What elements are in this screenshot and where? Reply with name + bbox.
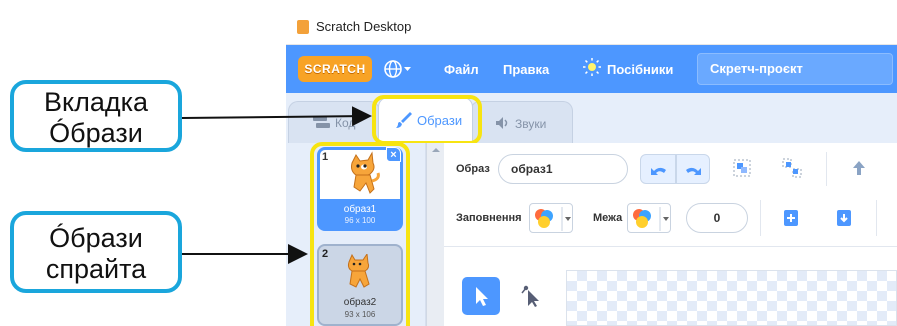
toolbar-divider (760, 200, 761, 236)
scratch-logo[interactable]: SCRATCH (298, 56, 372, 82)
language-globe-icon[interactable] (382, 57, 412, 81)
code-blocks-icon (313, 116, 331, 128)
redo-icon (686, 167, 701, 175)
callout-sprites-line1: Óбрази (49, 223, 143, 253)
tutorials-bulb-icon[interactable] (580, 56, 604, 80)
arrow-cursor-icon (476, 287, 488, 306)
undo-icon (651, 167, 666, 175)
costume-name-input[interactable]: образ1 (498, 154, 628, 184)
costume-name-label: Образ (456, 163, 490, 175)
project-title-input[interactable]: Скретч-проєкт (697, 53, 893, 85)
reshape-tool-icon[interactable] (520, 284, 542, 307)
paint-canvas[interactable] (566, 270, 897, 326)
fill-label: Заповнення (456, 212, 522, 224)
select-tool-button[interactable] (462, 277, 500, 315)
editor-divider (444, 246, 897, 247)
forward-layer-icon[interactable] (848, 157, 870, 179)
callout-tab-line2: Óбрази (49, 118, 143, 148)
outline-color-swatch-icon (633, 207, 669, 231)
ungroup-icon[interactable] (781, 157, 803, 179)
outline-width-input[interactable]: 0 (686, 203, 748, 233)
costumes-tab-highlight (372, 95, 482, 145)
scratch-app-icon (297, 20, 309, 34)
costume-list-scrollbar[interactable] (426, 143, 444, 326)
menu-edit[interactable]: Правка (503, 62, 549, 77)
callout-sprite-costumes: Óбрази спрайта (10, 211, 182, 293)
tab-code-label: Код (335, 116, 356, 130)
copy-icon[interactable] (780, 207, 802, 229)
speaker-icon (495, 116, 511, 130)
fill-color-swatch-icon (535, 207, 571, 231)
redo-button[interactable] (676, 154, 710, 184)
outline-color-picker[interactable] (627, 203, 671, 233)
callout-costumes-tab: Вкладка Óбрази (10, 80, 182, 152)
undo-button[interactable] (640, 154, 676, 184)
tab-sounds[interactable]: Звуки (470, 101, 573, 143)
group-icon[interactable] (731, 157, 753, 179)
window-title: Scratch Desktop (316, 19, 412, 34)
costume-list-highlight (310, 142, 410, 326)
tab-code[interactable]: Код (288, 101, 380, 143)
menu-tutorials[interactable]: Посібники (607, 62, 673, 77)
fill-color-picker[interactable] (529, 203, 573, 233)
toolbar-divider (826, 152, 827, 186)
callout-sprites-line2: спрайта (45, 254, 147, 284)
paste-icon[interactable] (833, 207, 855, 229)
callout-tab-line1: Вкладка (43, 87, 149, 117)
menu-file[interactable]: Файл (444, 62, 479, 77)
tab-sounds-label: Звуки (515, 117, 547, 131)
outline-label: Межа (593, 212, 623, 224)
toolbar-divider (876, 200, 877, 236)
